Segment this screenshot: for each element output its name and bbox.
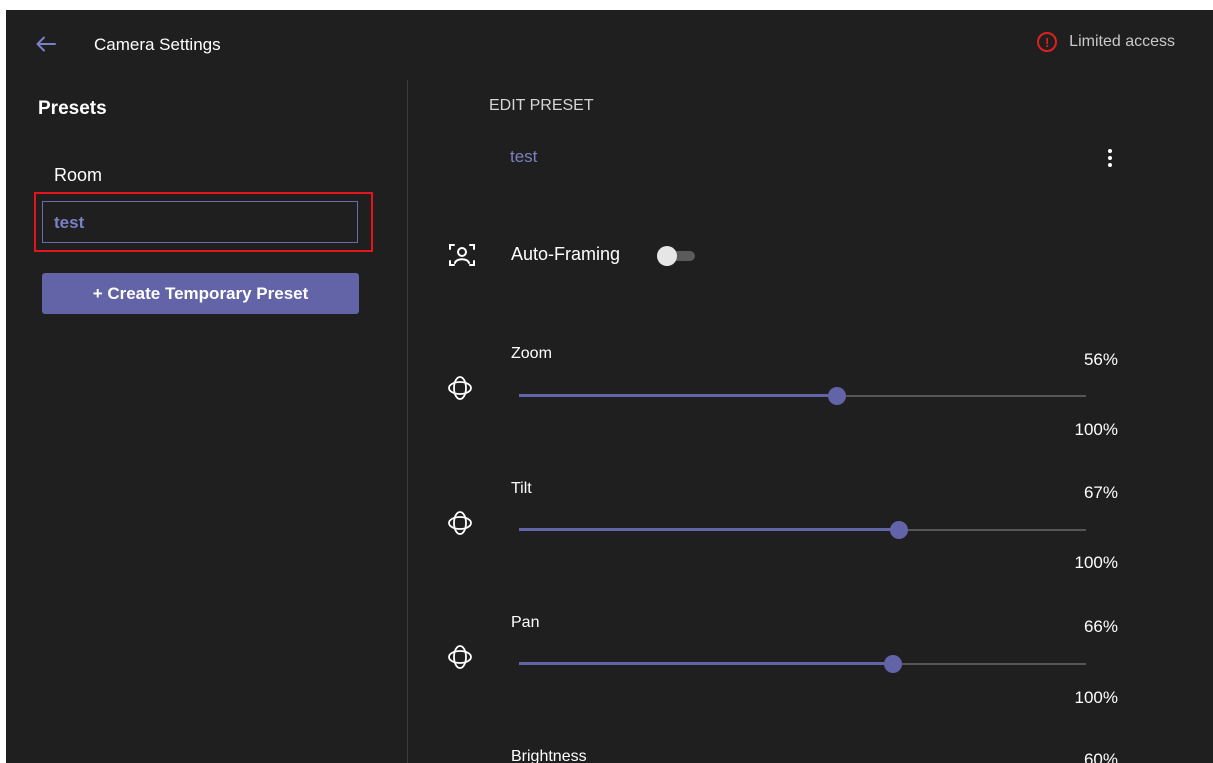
- preset-item-room[interactable]: Room: [54, 165, 102, 186]
- tilt-value: 67%: [1083, 483, 1118, 502]
- back-button[interactable]: [34, 32, 58, 56]
- auto-framing-label: Auto-Framing: [511, 244, 621, 264]
- access-label: Limited access: [1069, 33, 1175, 50]
- create-temporary-preset-button[interactable]: + Create Temporary Preset: [42, 273, 359, 314]
- slider-fill: [519, 528, 899, 531]
- camera-settings-screen: Camera Settings ! Limited access Presets…: [6, 10, 1213, 763]
- edit-preset-label: EDIT PRESET: [489, 97, 594, 114]
- person-frame-icon: [449, 244, 475, 266]
- tilt-label: Tilt: [511, 480, 532, 497]
- slider-thumb[interactable]: [889, 521, 908, 539]
- slider-thumb[interactable]: [827, 387, 846, 405]
- more-options-button[interactable]: [1102, 146, 1118, 170]
- auto-framing-toggle[interactable]: [657, 246, 695, 266]
- slider-thumb[interactable]: [884, 655, 903, 673]
- more-vertical-icon: [1108, 149, 1112, 153]
- pan-label: Pan: [511, 614, 540, 631]
- tilt-max: 100%: [1074, 553, 1118, 572]
- preset-name: test: [510, 147, 538, 166]
- header: Camera Settings ! Limited access: [6, 10, 1213, 82]
- camera-rotate-icon: [448, 511, 472, 535]
- page-title: Camera Settings: [94, 35, 221, 54]
- camera-rotate-icon: [448, 376, 472, 400]
- preset-item-test[interactable]: test: [42, 201, 358, 243]
- pan-max: 100%: [1074, 688, 1118, 707]
- panel-divider: [407, 80, 408, 763]
- access-status[interactable]: ! Limited access: [1037, 32, 1175, 52]
- alert-circle-icon: !: [1037, 32, 1058, 52]
- arrow-left-icon: [36, 36, 56, 52]
- brightness-label: Brightness: [511, 748, 587, 763]
- zoom-max: 100%: [1074, 420, 1118, 439]
- slider-fill: [519, 394, 837, 397]
- pan-slider[interactable]: [519, 655, 1086, 673]
- camera-rotate-icon: [448, 645, 472, 669]
- slider-fill: [519, 662, 894, 665]
- brightness-value: 60%: [1083, 750, 1118, 763]
- zoom-label: Zoom: [511, 345, 552, 362]
- toggle-knob: [657, 246, 677, 266]
- presets-title: Presets: [38, 98, 107, 119]
- zoom-value: 56%: [1083, 350, 1118, 369]
- tilt-slider[interactable]: [519, 521, 1086, 539]
- pan-value: 66%: [1083, 617, 1118, 636]
- zoom-slider[interactable]: [519, 387, 1086, 405]
